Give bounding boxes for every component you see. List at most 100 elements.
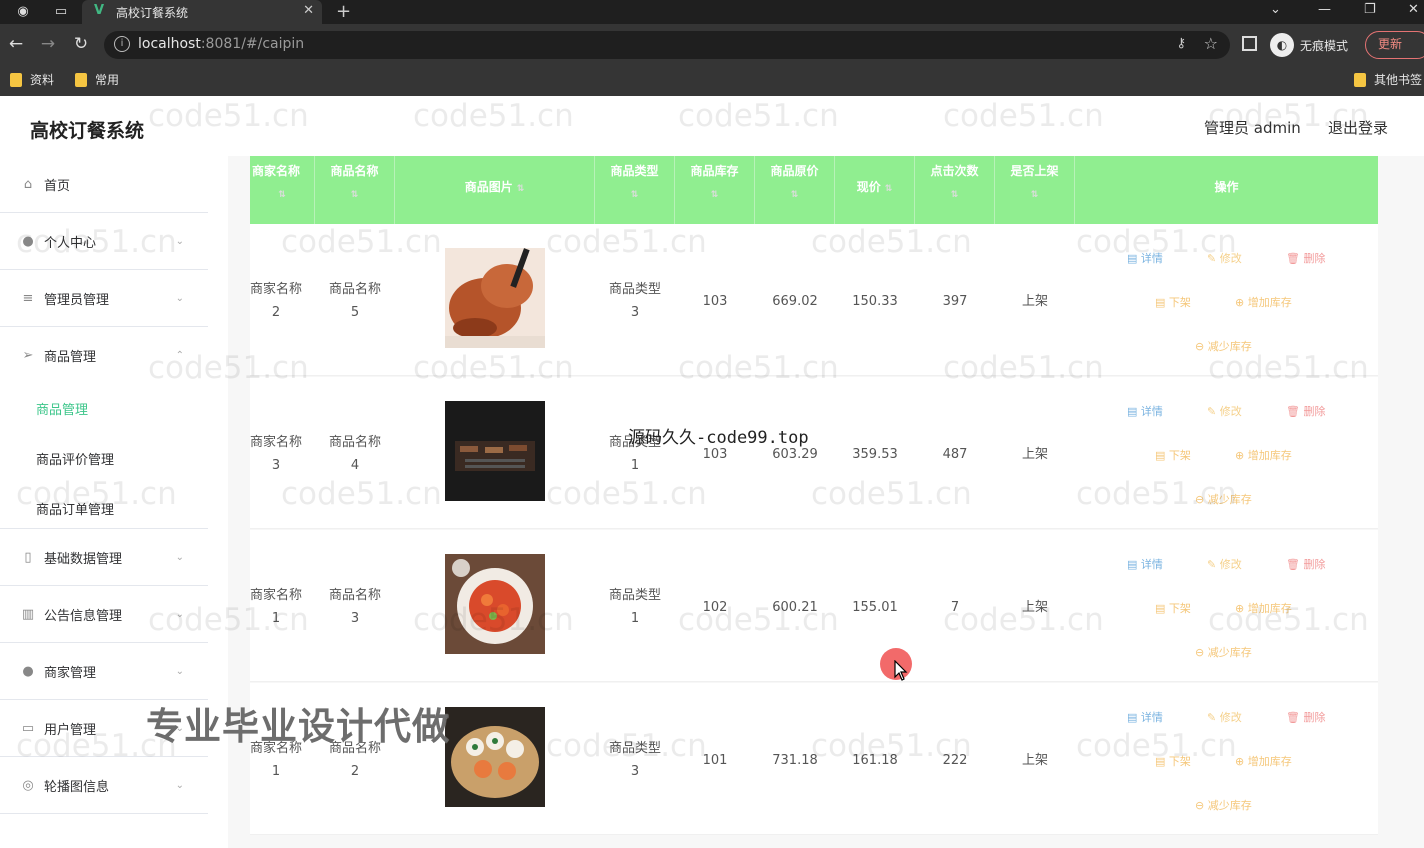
- sidebar-item-carousel[interactable]: ◎ 轮播图信息 ⌄: [0, 757, 208, 814]
- sort-icon[interactable]: ⇅: [995, 190, 1074, 200]
- sidebar-item-label: 首页: [44, 178, 71, 194]
- password-key-icon[interactable]: ⚷: [1176, 36, 1186, 51]
- forward-icon[interactable]: →: [38, 34, 58, 54]
- col-shop[interactable]: 商家名称 ⇅: [250, 156, 315, 224]
- cell-shop: 商家名称 1: [250, 588, 303, 626]
- detail-button[interactable]: ▤ 详情: [1127, 403, 1163, 419]
- subitem-goods-reviews[interactable]: 商品评价管理: [36, 449, 114, 468]
- update-button[interactable]: 更新: [1365, 31, 1424, 59]
- sidebar-item-admins[interactable]: ≡ 管理员管理 ⌄: [0, 270, 208, 327]
- sub-stock-button[interactable]: ⊖ 减少库存: [1195, 338, 1252, 354]
- sort-icon[interactable]: ⇅: [915, 190, 994, 200]
- sort-icon[interactable]: ⇅: [595, 190, 674, 200]
- col-clicks[interactable]: 点击次数 ⇅: [915, 156, 995, 224]
- tab-search-icon[interactable]: ▭: [52, 3, 70, 21]
- sidebar-item-label: 商家管理: [44, 665, 97, 681]
- other-bookmarks[interactable]: 其他书签: [1354, 71, 1422, 88]
- sidebar-item-label: 商品管理: [44, 350, 97, 365]
- cell-clicks: 487: [942, 447, 968, 462]
- delete-button[interactable]: 🗑 删除: [1286, 250, 1325, 266]
- col-status[interactable]: 是否上架 ⇅: [995, 156, 1075, 224]
- sidebar-item-shops[interactable]: ● 商家管理 ⌄: [0, 643, 208, 700]
- food-thumbnail[interactable]: [445, 554, 545, 654]
- side-panel-icon[interactable]: [1242, 36, 1257, 51]
- reload-icon[interactable]: ↻: [71, 34, 91, 54]
- logout-link[interactable]: 退出登录: [1328, 117, 1388, 138]
- col-orig-price[interactable]: 商品原价 ⇅: [755, 156, 835, 224]
- cell-type: 商品类型 3: [608, 741, 661, 779]
- back-icon[interactable]: ←: [6, 34, 26, 54]
- add-stock-button[interactable]: ⊕ 增加库存: [1235, 600, 1292, 616]
- sidebar-item-label: 个人中心: [44, 235, 97, 251]
- edit-button[interactable]: ✎ 修改: [1207, 250, 1242, 266]
- sidebar-item-home[interactable]: ⌂ 首页: [0, 156, 208, 213]
- chevron-down-icon: ⌄: [175, 665, 184, 677]
- chevron-down-icon: ⌄: [175, 551, 184, 563]
- watermark: code51.cn: [678, 98, 839, 134]
- compass-icon: ◎: [22, 777, 34, 793]
- delete-button[interactable]: 🗑 删除: [1286, 556, 1325, 572]
- detail-button[interactable]: ▤ 详情: [1127, 250, 1163, 266]
- bulb-icon: ●: [22, 663, 34, 679]
- food-thumbnail[interactable]: [445, 401, 545, 501]
- watermark: code51.cn: [943, 98, 1104, 134]
- col-price[interactable]: 现价 ⇅: [835, 156, 915, 224]
- sort-icon[interactable]: ⇅: [885, 184, 893, 194]
- bookmark-folder-1[interactable]: 资料: [10, 71, 54, 88]
- sub-stock-button[interactable]: ⊖ 减少库存: [1195, 797, 1252, 813]
- tab-close-icon[interactable]: ✕: [303, 3, 314, 18]
- sidebar-item-profile[interactable]: ● 个人中心 ⌄: [0, 213, 208, 270]
- tab-list-icon[interactable]: ⌄: [1270, 2, 1281, 17]
- chevron-down-icon: ⌄: [175, 292, 184, 304]
- bookmark-star-icon[interactable]: ☆: [1204, 34, 1218, 53]
- sidebar-item-basedata[interactable]: ▯ 基础数据管理 ⌄: [0, 529, 208, 586]
- cell-status: 上架: [1021, 753, 1048, 768]
- url-text: localhost:8081/#/caipin: [138, 36, 305, 52]
- food-thumbnail[interactable]: [445, 707, 545, 807]
- edit-button[interactable]: ✎ 修改: [1207, 556, 1242, 572]
- folder-icon: [75, 72, 87, 87]
- cell-stock: 102: [702, 600, 728, 615]
- col-name[interactable]: 商品名称 ⇅: [315, 156, 395, 224]
- subitem-goods-orders[interactable]: 商品订单管理: [36, 499, 114, 518]
- sort-icon[interactable]: ⇅: [250, 190, 314, 200]
- site-info-icon[interactable]: i: [114, 36, 130, 52]
- offshelf-button[interactable]: ▤ 下架: [1155, 600, 1191, 616]
- sub-stock-button[interactable]: ⊖ 减少库存: [1195, 491, 1252, 507]
- table-row: 商家名称 1 商品名称 3 商品类型 1 102 600.21 155.01 7…: [250, 530, 1378, 682]
- sort-icon[interactable]: ⇅: [315, 190, 394, 200]
- offshelf-button[interactable]: ▤ 下架: [1155, 294, 1191, 310]
- col-image[interactable]: 商品图片 ⇅: [395, 156, 595, 224]
- sort-icon[interactable]: ⇅: [517, 184, 525, 194]
- edit-button[interactable]: ✎ 修改: [1207, 709, 1242, 725]
- col-type[interactable]: 商品类型 ⇅: [595, 156, 675, 224]
- sidebar-item-notices[interactable]: ▥ 公告信息管理 ⌄: [0, 586, 208, 643]
- col-stock[interactable]: 商品库存 ⇅: [675, 156, 755, 224]
- browser-tab-bar: ◉ ▭ V 高校订餐系统 ✕ + ⌄ — ❐ ✕: [0, 0, 1424, 24]
- food-thumbnail[interactable]: [445, 248, 545, 348]
- bookmark-folder-2[interactable]: 常用: [75, 71, 119, 88]
- sort-icon[interactable]: ⇅: [675, 190, 754, 200]
- offshelf-button[interactable]: ▤ 下架: [1155, 447, 1191, 463]
- url-field[interactable]: i localhost:8081/#/caipin ⚷ ☆: [104, 31, 1230, 59]
- delete-button[interactable]: 🗑 删除: [1286, 709, 1325, 725]
- new-tab-icon[interactable]: +: [336, 1, 351, 22]
- window-close-icon[interactable]: ✕: [1408, 2, 1419, 17]
- minimize-icon[interactable]: —: [1318, 2, 1331, 17]
- add-stock-button[interactable]: ⊕ 增加库存: [1235, 294, 1292, 310]
- subitem-goods[interactable]: 商品管理: [36, 399, 88, 418]
- delete-button[interactable]: 🗑 删除: [1286, 403, 1325, 419]
- detail-button[interactable]: ▤ 详情: [1127, 709, 1163, 725]
- detail-button[interactable]: ▤ 详情: [1127, 556, 1163, 572]
- sidebar-item-goods[interactable]: ➢ 商品管理 ⌃: [0, 327, 208, 384]
- add-stock-button[interactable]: ⊕ 增加库存: [1235, 447, 1292, 463]
- restore-icon[interactable]: ❐: [1364, 2, 1376, 17]
- browser-menu-icon[interactable]: ◉: [14, 3, 32, 21]
- browser-tab[interactable]: V 高校订餐系统 ✕: [82, 0, 322, 24]
- incognito-icon[interactable]: ◐: [1270, 33, 1294, 57]
- sub-stock-button[interactable]: ⊖ 减少库存: [1195, 644, 1252, 660]
- sort-icon[interactable]: ⇅: [755, 190, 834, 200]
- edit-button[interactable]: ✎ 修改: [1207, 403, 1242, 419]
- offshelf-button[interactable]: ▤ 下架: [1155, 753, 1191, 769]
- add-stock-button[interactable]: ⊕ 增加库存: [1235, 753, 1292, 769]
